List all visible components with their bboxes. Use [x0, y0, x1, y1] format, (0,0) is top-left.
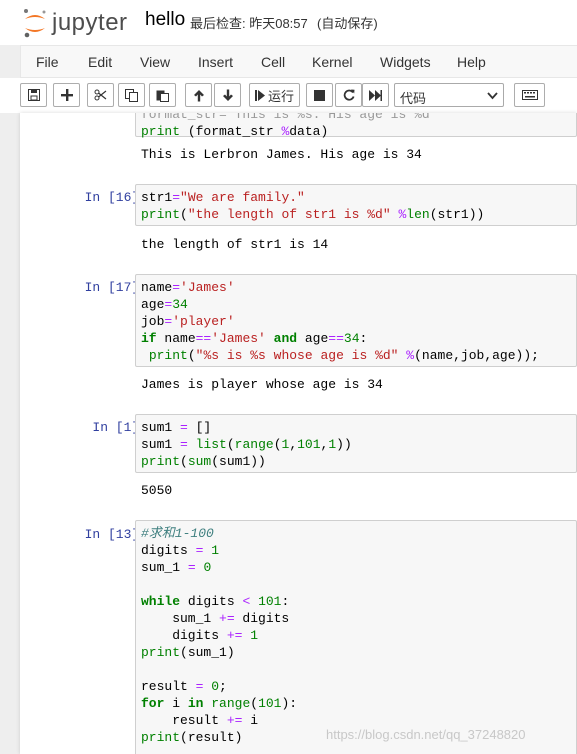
code-cell-input[interactable]: #求和1-100 digits = 1 sum_1 = 0 while digi… — [135, 520, 577, 754]
code-cell-input[interactable]: str1="We are family." print("the length … — [135, 184, 577, 226]
menu-help[interactable]: Help — [457, 54, 486, 70]
chevron-down-icon — [487, 92, 498, 100]
save-icon — [27, 89, 40, 101]
logo-text: jupyter — [52, 9, 128, 36]
cut-button[interactable] — [87, 83, 114, 107]
cell-type-value: 代码 — [400, 91, 427, 106]
code-cell-input[interactable]: format_str="This is %s. His age is %d" p… — [135, 113, 577, 139]
run-button[interactable]: 运行 — [249, 83, 300, 107]
insert-cell-button[interactable] — [53, 83, 80, 107]
refresh-icon — [343, 89, 354, 101]
cut-icon — [94, 89, 107, 101]
paste-icon — [156, 90, 169, 102]
cell-type-select[interactable]: 代码 — [394, 83, 504, 107]
menu-file[interactable]: File — [36, 54, 59, 70]
arrow-up-icon — [193, 89, 204, 101]
copy-icon — [125, 88, 138, 102]
restart-button[interactable] — [335, 83, 362, 107]
keyboard-icon — [521, 90, 538, 100]
code-cell-input[interactable]: name='James' age=34 job='player' if name… — [135, 274, 577, 367]
jupyter-logo[interactable]: jupyter — [22, 6, 132, 40]
jupyter-logo-icon — [24, 9, 46, 38]
move-down-button[interactable] — [214, 83, 241, 107]
cell-output: 5050 — [141, 483, 173, 498]
watermark: https://blog.csdn.net/qq_37248820 — [326, 727, 526, 742]
cell-output: James is player whose age is 34 — [141, 377, 383, 392]
fast-forward-icon — [369, 89, 382, 101]
checkpoint-status: 最后检查: 昨天08:57 — [190, 16, 308, 31]
menu-edit[interactable]: Edit — [88, 54, 112, 70]
notebook-container: format_str="This is %s. His age is %d" p… — [20, 113, 577, 754]
command-palette-button[interactable] — [514, 83, 545, 107]
copy-button[interactable] — [118, 83, 145, 107]
menubar: File Edit View Insert Cell Kernel Widget… — [20, 45, 577, 78]
menu-kernel[interactable]: Kernel — [312, 54, 352, 70]
paste-button[interactable] — [149, 83, 176, 107]
menu-view[interactable]: View — [140, 54, 170, 70]
toolbar: 运行 代码 — [0, 78, 577, 113]
cell-output: the length of str1 is 14 — [141, 237, 329, 252]
menu-widgets[interactable]: Widgets — [380, 54, 431, 70]
menu-insert[interactable]: Insert — [198, 54, 233, 70]
header: jupyter hello 最后检查: 昨天08:57 (自动保存) — [0, 0, 577, 45]
stop-icon — [314, 89, 325, 101]
notebook-name[interactable]: hello — [145, 9, 185, 31]
cell-output: This is Lerbron James. His age is 34 — [141, 147, 422, 162]
run-label: 运行 — [267, 88, 294, 104]
interrupt-button[interactable] — [306, 83, 333, 107]
restart-run-all-button[interactable] — [362, 83, 389, 107]
code-cell-input[interactable]: sum1 = [] sum1 = list(range(1,101,1)) pr… — [135, 414, 577, 473]
plus-icon — [60, 89, 73, 101]
step-forward-icon — [254, 89, 265, 101]
arrow-down-icon — [222, 89, 233, 101]
move-up-button[interactable] — [185, 83, 212, 107]
save-button[interactable] — [20, 83, 47, 107]
menu-cell[interactable]: Cell — [261, 54, 285, 70]
autosave-status: (自动保存) — [317, 16, 378, 31]
